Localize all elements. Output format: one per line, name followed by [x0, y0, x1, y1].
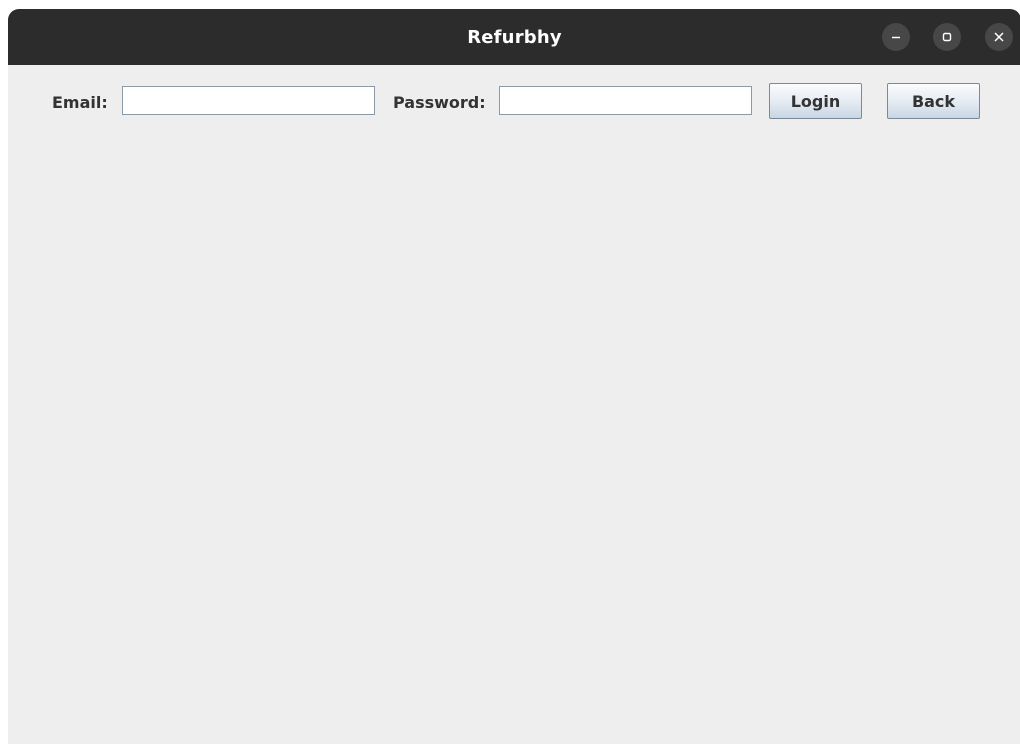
window-title: Refurbhy: [467, 26, 562, 48]
back-button[interactable]: Back: [887, 83, 980, 119]
email-label: Email:: [52, 93, 108, 112]
email-field[interactable]: [122, 86, 375, 115]
close-button[interactable]: [985, 23, 1013, 51]
close-icon: [994, 32, 1004, 42]
minimize-button[interactable]: [882, 23, 910, 51]
app-window: Refurbhy Email: Password: Login Back: [8, 9, 1020, 744]
title-bar[interactable]: Refurbhy: [8, 9, 1020, 65]
maximize-button[interactable]: [933, 23, 961, 51]
password-label: Password:: [393, 93, 486, 112]
login-panel: Email: Password: Login Back: [8, 65, 1020, 744]
login-button[interactable]: Login: [769, 83, 862, 119]
maximize-icon: [942, 32, 952, 42]
password-field[interactable]: [499, 86, 752, 115]
minimize-icon: [892, 36, 900, 39]
